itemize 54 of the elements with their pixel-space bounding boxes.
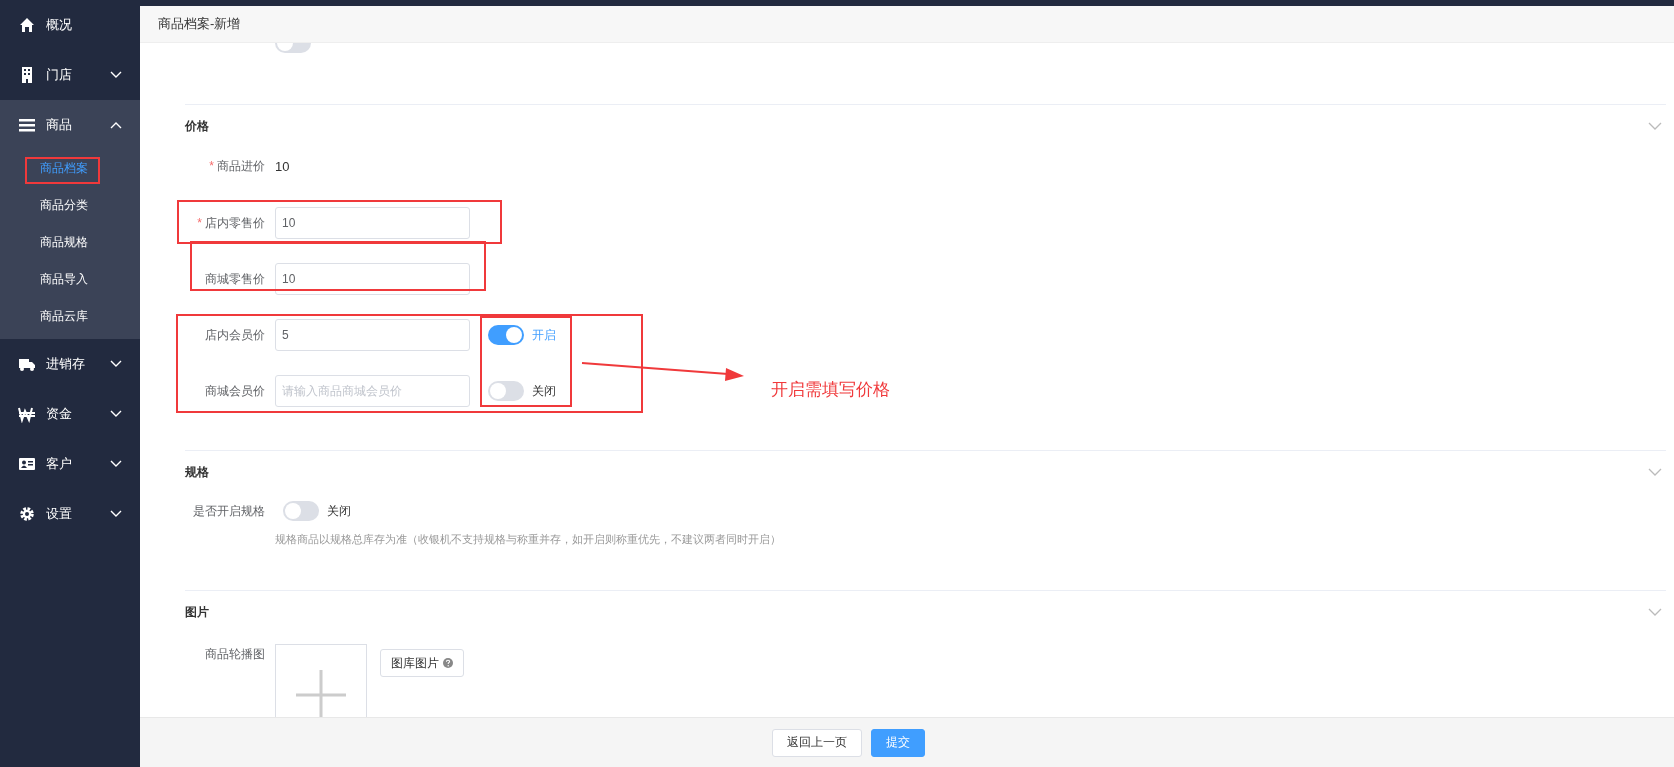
toggle-switch[interactable] — [488, 325, 524, 345]
toggle-label: 关闭 — [532, 382, 556, 400]
field-label: 是否开启规格 — [192, 502, 265, 520]
field-value: 10 — [275, 158, 290, 174]
field-label: 店内会员价 — [204, 326, 265, 344]
nav-subitem[interactable]: 商品分类 — [0, 187, 140, 224]
nav-subitem[interactable]: 商品规格 — [0, 224, 140, 261]
nav-item[interactable]: 商品 — [0, 100, 140, 150]
field-label: 商品轮播图 — [204, 646, 265, 663]
section-title: 价格 — [185, 117, 209, 135]
chevron-down-icon[interactable] — [1648, 607, 1662, 617]
nav-item[interactable]: 门店 — [0, 50, 140, 100]
page-title: 商品档案-新增 — [158, 15, 241, 33]
help-icon — [443, 658, 453, 668]
price-input[interactable]: 10 — [275, 207, 470, 239]
nav-icon — [18, 16, 36, 34]
nav-item[interactable]: 概况 — [0, 0, 140, 50]
nav-icon — [18, 116, 36, 134]
nav-subitem[interactable]: 商品云库 — [0, 298, 140, 335]
gallery-button[interactable]: 图库图片 — [380, 649, 464, 677]
price-input[interactable]: 10 — [275, 263, 470, 295]
chevron-down-icon[interactable] — [1648, 121, 1662, 131]
chevron-up-icon — [110, 121, 122, 129]
field-label: * 商品进价 — [208, 157, 265, 175]
price-input[interactable]: 请输入商品商城会员价 — [275, 375, 470, 407]
plus-icon — [296, 670, 346, 717]
nav-item[interactable]: 客户 — [0, 439, 140, 489]
nav-icon — [18, 505, 36, 523]
chevron-down-icon — [110, 410, 122, 418]
section-title: 图片 — [185, 603, 209, 621]
nav-subitem[interactable]: 商品档案 — [0, 150, 140, 187]
field-label: 商城零售价 — [204, 270, 265, 288]
back-button[interactable]: 返回上一页 — [771, 728, 862, 757]
nav-subitem[interactable]: 商品导入 — [0, 261, 140, 298]
nav-item[interactable]: 进销存 — [0, 339, 140, 389]
nav-icon — [18, 455, 36, 473]
toggle-switch[interactable] — [283, 501, 319, 521]
annotation-note: 开启需填写价格 — [771, 379, 890, 401]
field-label: 商城会员价 — [204, 382, 265, 400]
chevron-down-icon — [110, 71, 122, 79]
chevron-down-icon — [110, 460, 122, 468]
toggle-label: 开启 — [532, 326, 556, 344]
chevron-down-icon — [110, 510, 122, 518]
chevron-down-icon — [110, 360, 122, 368]
toggle-label: 关闭 — [327, 502, 351, 520]
nav-item[interactable]: 资金 — [0, 389, 140, 439]
hint-text: 规格商品以规格总库存为准（收银机不支持规格与称重并存，如开启则称重优先，不建议两者同时开启） — [275, 531, 781, 547]
nav-item[interactable]: 设置 — [0, 489, 140, 539]
chevron-down-icon[interactable] — [1648, 467, 1662, 477]
nav-icon — [18, 405, 36, 423]
toggle-switch[interactable] — [488, 381, 524, 401]
section-title: 规格 — [185, 463, 209, 481]
price-input[interactable]: 5 — [275, 319, 470, 351]
field-label: * 店内零售价 — [196, 214, 265, 232]
